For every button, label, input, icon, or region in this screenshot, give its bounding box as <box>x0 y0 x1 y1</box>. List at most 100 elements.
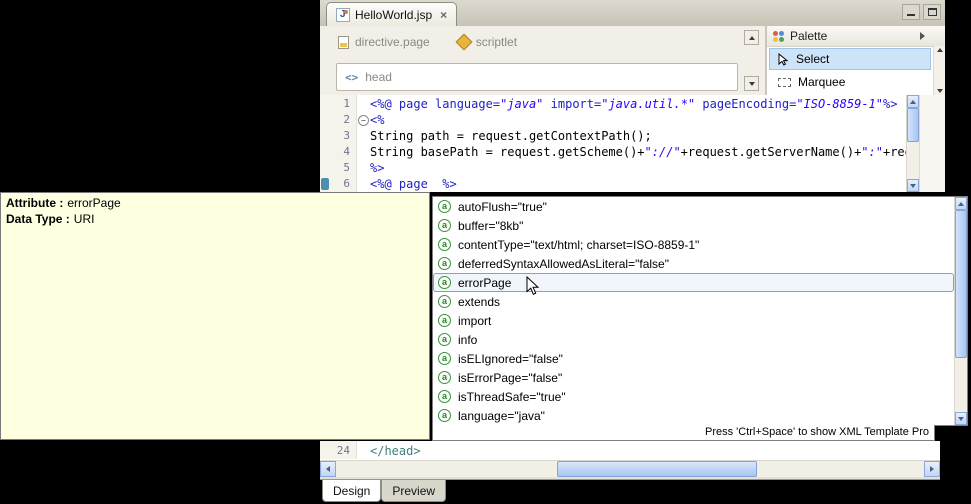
toolbar-item-label: scriptlet <box>475 35 518 49</box>
minimize-icon[interactable] <box>902 4 920 20</box>
scroll-up-button[interactable] <box>907 95 919 108</box>
toolbar-item-scriptlet[interactable]: scriptlet <box>455 33 518 51</box>
left-arrow-icon <box>326 466 330 472</box>
autocomplete-item-label: language="java" <box>458 408 545 423</box>
code-line[interactable]: 3 String path = request.getContextPath(); <box>320 128 906 144</box>
editor-window: J HelloWorld.jsp × directive.page script… <box>320 0 945 192</box>
line-number: 1 <box>343 97 350 110</box>
code-line[interactable]: 5 %> <box>320 160 906 176</box>
scroll-up-button[interactable] <box>955 197 967 210</box>
scroll-up-button[interactable] <box>744 30 759 45</box>
autocomplete-item[interactable]: a isErrorPage="false" <box>433 368 954 387</box>
jsp-toolbar-items: directive.page scriptlet <box>338 33 518 51</box>
scroll-left-button[interactable] <box>320 461 336 477</box>
tab-label: Design <box>333 483 371 498</box>
autocomplete-item[interactable]: a isThreadSafe="true" <box>433 387 954 406</box>
tab-label: Preview <box>392 483 436 498</box>
xml-element-icon: <> <box>345 70 359 84</box>
palette-panel: Palette Select Marquee <box>765 26 945 95</box>
palette-expand-icon[interactable] <box>920 32 925 40</box>
tab-close-icon[interactable]: × <box>440 8 447 22</box>
head-element-node[interactable]: <> head <box>336 63 738 91</box>
autocomplete-item[interactable]: a info <box>433 330 954 349</box>
palette-scrollbar[interactable] <box>933 46 945 95</box>
attribute-icon: a <box>438 333 451 346</box>
autocomplete-item-label: deferredSyntaxAllowedAsLiteral="false" <box>458 256 669 271</box>
palette-item-label: Select <box>796 52 830 66</box>
tooltip-row: Data Type : URI <box>6 211 424 227</box>
maximize-icon[interactable] <box>923 4 941 20</box>
autocomplete-item[interactable]: a errorPage <box>433 273 954 292</box>
autocomplete-item-label: contentType="text/html; charset=ISO-8859… <box>458 237 700 252</box>
autocomplete-item-label: import <box>458 313 492 328</box>
scroll-down-button[interactable] <box>744 76 759 91</box>
autocomplete-item[interactable]: a contentType="text/html; charset=ISO-885… <box>433 235 954 254</box>
fold-collapse-icon[interactable]: − <box>358 115 369 126</box>
editor-horizontal-scrollbar[interactable] <box>320 460 940 477</box>
attribute-icon: a <box>438 238 451 251</box>
scrollbar-thumb[interactable] <box>907 108 919 142</box>
palette-item-marquee[interactable]: Marquee <box>769 71 931 93</box>
code-line[interactable]: 24 </head> <box>320 443 940 459</box>
attribute-icon: a <box>438 200 451 213</box>
jsp-file-icon: J <box>336 7 350 22</box>
code-line[interactable]: 1 <%@ page language="java" import="java.u… <box>320 96 906 112</box>
code-text: </head> <box>370 444 421 458</box>
code-editor[interactable]: 1 <%@ page language="java" import="java.u… <box>320 95 945 192</box>
palette-header[interactable]: Palette <box>767 26 945 47</box>
scroll-right-button[interactable] <box>924 461 940 477</box>
editor-tab-helloworld[interactable]: J HelloWorld.jsp × <box>326 2 458 26</box>
code-lines: 1 <%@ page language="java" import="java.u… <box>320 96 906 192</box>
autocomplete-item[interactable]: a language="java" <box>433 406 954 425</box>
toolbar-item-directive-page[interactable]: directive.page <box>338 35 430 49</box>
editor-bottom-section: 24 </head> <box>320 441 940 477</box>
head-element-label: head <box>365 70 392 84</box>
code-text: %> <box>370 161 385 175</box>
autocomplete-item[interactable]: a autoFlush="true" <box>433 197 954 216</box>
scroll-down-button[interactable] <box>907 179 919 192</box>
autocomplete-item[interactable]: a buffer="8kb" <box>433 216 954 235</box>
line-number: 24 <box>336 444 350 457</box>
attribute-icon: a <box>438 295 451 308</box>
line-number: 4 <box>343 145 350 158</box>
code-line[interactable]: 2− <% <box>320 112 906 128</box>
palette-item-select[interactable]: Select <box>769 48 931 70</box>
down-arrow-icon <box>958 416 964 421</box>
select-cursor-icon <box>778 52 789 66</box>
down-arrow-icon <box>910 183 916 188</box>
attribute-tooltip: Attribute : errorPage Data Type : URI <box>0 192 430 440</box>
autocomplete-item[interactable]: a deferredSyntaxAllowedAsLiteral="false" <box>433 254 954 273</box>
tooltip-value: URI <box>73 212 95 226</box>
tooltip-row: Attribute : errorPage <box>6 195 424 211</box>
autocomplete-item-label: extends <box>458 294 501 309</box>
code-text: <%@ page %> <box>370 177 457 191</box>
tooltip-value: errorPage <box>67 196 121 210</box>
code-line[interactable]: 4 String basePath = request.getScheme()+"… <box>320 144 906 160</box>
scrollbar-thumb[interactable] <box>557 461 757 477</box>
attribute-icon: a <box>438 314 451 327</box>
up-arrow-icon <box>958 201 964 206</box>
bottom-code-line[interactable]: 24 </head> <box>320 443 940 459</box>
scroll-down-button[interactable] <box>955 412 967 425</box>
popup-scrollbar[interactable] <box>954 197 967 425</box>
code-text: <%@ page language="java" import="java.ut… <box>370 97 898 111</box>
up-arrow-icon <box>936 48 943 52</box>
autocomplete-item[interactable]: a isELIgnored="false" <box>433 349 954 368</box>
tooltip-label: Data Type : <box>6 212 70 226</box>
editor-mode-tabs: Design Preview <box>320 477 940 504</box>
autocomplete-item[interactable]: a import <box>433 311 954 330</box>
line-number: 2 <box>343 113 350 126</box>
autocomplete-item[interactable]: a extends <box>433 292 954 311</box>
scrollbar-thumb[interactable] <box>955 210 967 358</box>
toolbar-item-label: directive.page <box>355 35 430 49</box>
directive-page-icon <box>338 35 349 49</box>
attribute-icon: a <box>438 409 451 422</box>
scriptlet-icon <box>455 33 473 51</box>
line-number: 3 <box>343 129 350 142</box>
editor-vertical-scrollbar[interactable] <box>906 95 919 192</box>
code-line[interactable]: 6 <%@ page %> <box>320 176 906 192</box>
tab-design[interactable]: Design <box>322 480 382 502</box>
tab-preview[interactable]: Preview <box>381 480 447 502</box>
autocomplete-item-label: isThreadSafe="true" <box>458 389 566 404</box>
attribute-icon: a <box>438 352 451 365</box>
